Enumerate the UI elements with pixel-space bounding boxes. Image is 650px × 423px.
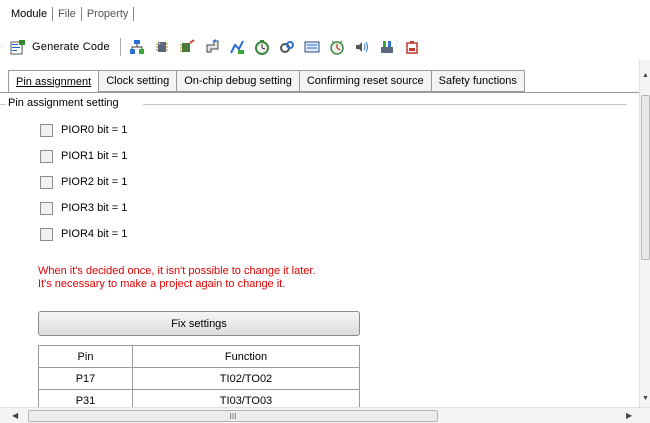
pior2-checkbox[interactable]: [40, 175, 53, 189]
pin-assignment-panel: Pin assignment setting PIOR0 bit = 1 PIO…: [0, 92, 639, 408]
scroll-right-icon[interactable]: ▶: [626, 411, 632, 420]
pin-table-viewport: Pin Function P17 TI02/TO02 P31 TI03/TO03: [0, 345, 639, 408]
pior0-checkbox[interactable]: [40, 123, 53, 137]
warning-line-2: It's necessary to make a project again t…: [38, 278, 286, 290]
cell-function: TI02/TO02: [132, 367, 360, 390]
warning-message: When it's decided once, it isn't possibl…: [38, 265, 316, 291]
vertical-scrollbar[interactable]: ▲ ▼: [639, 60, 650, 407]
table-row: P17 TI02/TO02: [38, 367, 360, 390]
scroll-left-icon[interactable]: ◀: [12, 411, 18, 420]
sound-icon[interactable]: [354, 39, 370, 55]
cell-pin: P17: [38, 367, 133, 390]
pin-config-icon[interactable]: [129, 39, 145, 55]
scroll-up-icon[interactable]: ▲: [642, 72, 649, 80]
pior2-checkbox-row[interactable]: PIOR2 bit = 1: [40, 175, 127, 189]
pin-function-table: Pin Function P17 TI02/TO02 P31 TI03/TO03: [38, 345, 360, 408]
scroll-grip: III: [229, 411, 237, 421]
menu-bar: Module File Property: [0, 0, 650, 28]
horizontal-scroll-thumb[interactable]: III: [28, 410, 438, 422]
pior3-checkbox[interactable]: [40, 201, 53, 215]
serial-icon[interactable]: [379, 39, 395, 55]
generate-code-button[interactable]: Generate Code: [6, 36, 114, 58]
pior1-checkbox[interactable]: [40, 149, 53, 163]
rtc-icon[interactable]: [329, 39, 345, 55]
pior0-checkbox-row[interactable]: PIOR0 bit = 1: [40, 123, 127, 137]
tab-on-chip-debug-setting[interactable]: On-chip debug setting: [177, 70, 300, 92]
generate-code-icon: [10, 39, 26, 55]
vertical-scroll-thumb[interactable]: [641, 95, 650, 260]
menu-separator: [133, 7, 135, 21]
horizontal-scrollbar[interactable]: ◀ III ▶: [0, 407, 650, 423]
pior0-label: PIOR0 bit = 1: [61, 124, 128, 136]
generate-code-label: Generate Code: [32, 41, 110, 53]
column-header-function: Function: [132, 345, 360, 368]
scroll-down-icon[interactable]: ▼: [642, 395, 649, 403]
table-header-row: Pin Function: [38, 345, 360, 368]
tab-pin-assignment[interactable]: Pin assignment: [8, 70, 100, 93]
pior2-label: PIOR2 bit = 1: [61, 176, 128, 188]
pior3-checkbox-row[interactable]: PIOR3 bit = 1: [40, 201, 127, 215]
chip-icon[interactable]: [154, 39, 170, 55]
menu-separator: [52, 7, 54, 21]
column-header-pin: Pin: [38, 345, 133, 368]
tab-clock-setting[interactable]: Clock setting: [99, 70, 178, 92]
pior1-label: PIOR1 bit = 1: [61, 150, 128, 162]
timer-icon[interactable]: [254, 39, 270, 55]
group-border: [0, 104, 6, 105]
pior4-checkbox[interactable]: [40, 227, 53, 241]
display-icon[interactable]: [304, 39, 320, 55]
pior3-label: PIOR3 bit = 1: [61, 202, 128, 214]
port-icon[interactable]: [229, 39, 245, 55]
fix-settings-button[interactable]: Fix settings: [38, 311, 360, 336]
toolbar: Generate Code: [0, 34, 650, 60]
pior4-checkbox-row[interactable]: PIOR4 bit = 1: [40, 227, 127, 241]
menu-module[interactable]: Module: [7, 8, 51, 20]
reset-icon[interactable]: [204, 39, 220, 55]
menu-separator: [80, 7, 82, 21]
pior1-checkbox-row[interactable]: PIOR1 bit = 1: [40, 149, 127, 163]
battery-icon[interactable]: [404, 39, 420, 55]
table-row: P31 TI03/TO03: [38, 389, 360, 408]
tab-strip: Pin assignment Clock setting On-chip deb…: [8, 70, 525, 93]
tab-safety-functions[interactable]: Safety functions: [431, 70, 525, 92]
menu-file[interactable]: File: [54, 8, 80, 20]
toolbar-separator: [119, 38, 121, 56]
group-title: Pin assignment setting: [8, 97, 123, 109]
menu-property[interactable]: Property: [83, 8, 133, 20]
watchdog-icon[interactable]: [279, 39, 295, 55]
cell-function: TI03/TO03: [132, 389, 360, 408]
pior4-label: PIOR4 bit = 1: [61, 228, 128, 240]
cell-pin: P31: [38, 389, 133, 408]
group-border: [143, 104, 627, 105]
tab-confirming-reset-source[interactable]: Confirming reset source: [299, 70, 432, 92]
clock-icon[interactable]: [179, 39, 195, 55]
warning-line-1: When it's decided once, it isn't possibl…: [38, 265, 316, 277]
